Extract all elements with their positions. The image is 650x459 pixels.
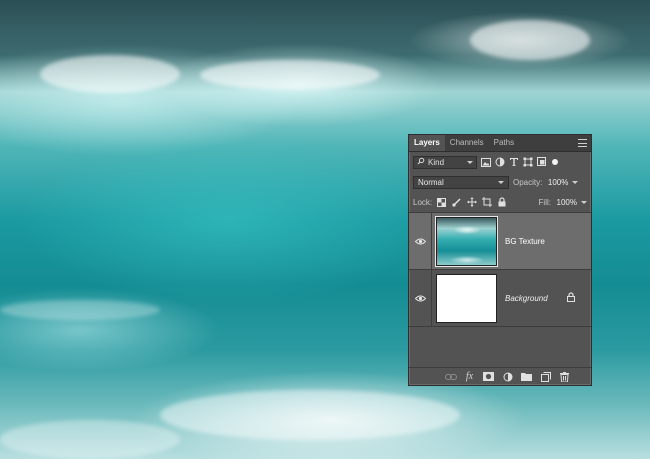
- new-group-icon[interactable]: [520, 370, 533, 383]
- wave-foam: [0, 420, 180, 459]
- blend-mode-value: Normal: [418, 177, 444, 187]
- layer-thumbnail: [436, 273, 497, 323]
- image-filter-icon[interactable]: [480, 157, 491, 168]
- opacity-label: Opacity:: [513, 177, 543, 187]
- tab-channels[interactable]: Channels: [445, 135, 489, 151]
- tab-layers[interactable]: Layers: [409, 135, 445, 151]
- add-mask-icon[interactable]: [482, 370, 495, 383]
- wave-foam: [160, 390, 460, 440]
- tab-paths[interactable]: Paths: [489, 135, 519, 151]
- layer-divider: [431, 213, 432, 269]
- layer-name[interactable]: Background: [505, 294, 567, 303]
- lock-position-icon[interactable]: [466, 197, 477, 208]
- fx-label: fx: [465, 371, 474, 382]
- layer-row-background[interactable]: Background: [409, 270, 591, 327]
- adjustment-layer-icon[interactable]: [501, 370, 514, 383]
- search-icon: [417, 157, 425, 167]
- link-layers-icon[interactable]: [444, 370, 457, 383]
- wave-foam: [0, 300, 160, 320]
- blend-row: Normal Opacity: 100%: [409, 172, 591, 192]
- lock-transparent-pixels-icon[interactable]: [436, 197, 447, 208]
- filter-kind-dropdown[interactable]: Kind: [413, 155, 477, 169]
- fx-icon[interactable]: fx: [463, 370, 476, 383]
- wave-foam: [40, 55, 180, 93]
- chevron-down-icon: [498, 180, 504, 184]
- eye-icon[interactable]: [409, 295, 431, 302]
- filter-toggle-icon[interactable]: [552, 159, 558, 165]
- layer-thumbnail: [435, 215, 498, 267]
- type-filter-icon[interactable]: [508, 157, 519, 168]
- fill-chevron-icon[interactable]: [581, 200, 587, 204]
- lock-image-pixels-icon[interactable]: [451, 197, 462, 208]
- chevron-down-icon: [467, 160, 473, 164]
- eye-icon[interactable]: [409, 238, 431, 245]
- lock-icon: [567, 292, 575, 304]
- lock-artboard-icon[interactable]: [481, 197, 492, 208]
- opacity-field[interactable]: 100%: [546, 178, 568, 187]
- adjustment-filter-icon[interactable]: [494, 157, 505, 168]
- filter-kind-label: Kind: [428, 157, 445, 167]
- lock-label: Lock:: [413, 197, 433, 207]
- lock-row: Lock: Fill: 100%: [409, 192, 591, 213]
- smart-object-filter-icon[interactable]: [536, 157, 547, 168]
- shape-filter-icon[interactable]: [522, 157, 533, 168]
- lock-all-icon[interactable]: [496, 197, 507, 208]
- layer-name[interactable]: BG Texture: [505, 237, 591, 246]
- opacity-chevron-icon[interactable]: [572, 180, 579, 184]
- panel-menu-icon[interactable]: [578, 139, 587, 147]
- fill-field[interactable]: 100%: [555, 198, 577, 207]
- panel-footer: fx: [409, 367, 591, 385]
- panel-tabbar: Layers Channels Paths: [409, 135, 591, 152]
- delete-layer-icon[interactable]: [558, 370, 571, 383]
- wave-foam: [200, 60, 380, 90]
- fill-label: Fill:: [538, 197, 551, 207]
- layer-divider: [431, 270, 432, 326]
- layer-row-bg-texture[interactable]: BG Texture: [409, 213, 591, 270]
- blend-mode-dropdown[interactable]: Normal: [413, 175, 509, 189]
- new-layer-icon[interactable]: [539, 370, 552, 383]
- wave-foam: [470, 20, 590, 60]
- filter-row: Kind: [409, 152, 591, 172]
- layers-panel: Layers Channels Paths Kind Normal Opacit…: [408, 134, 592, 386]
